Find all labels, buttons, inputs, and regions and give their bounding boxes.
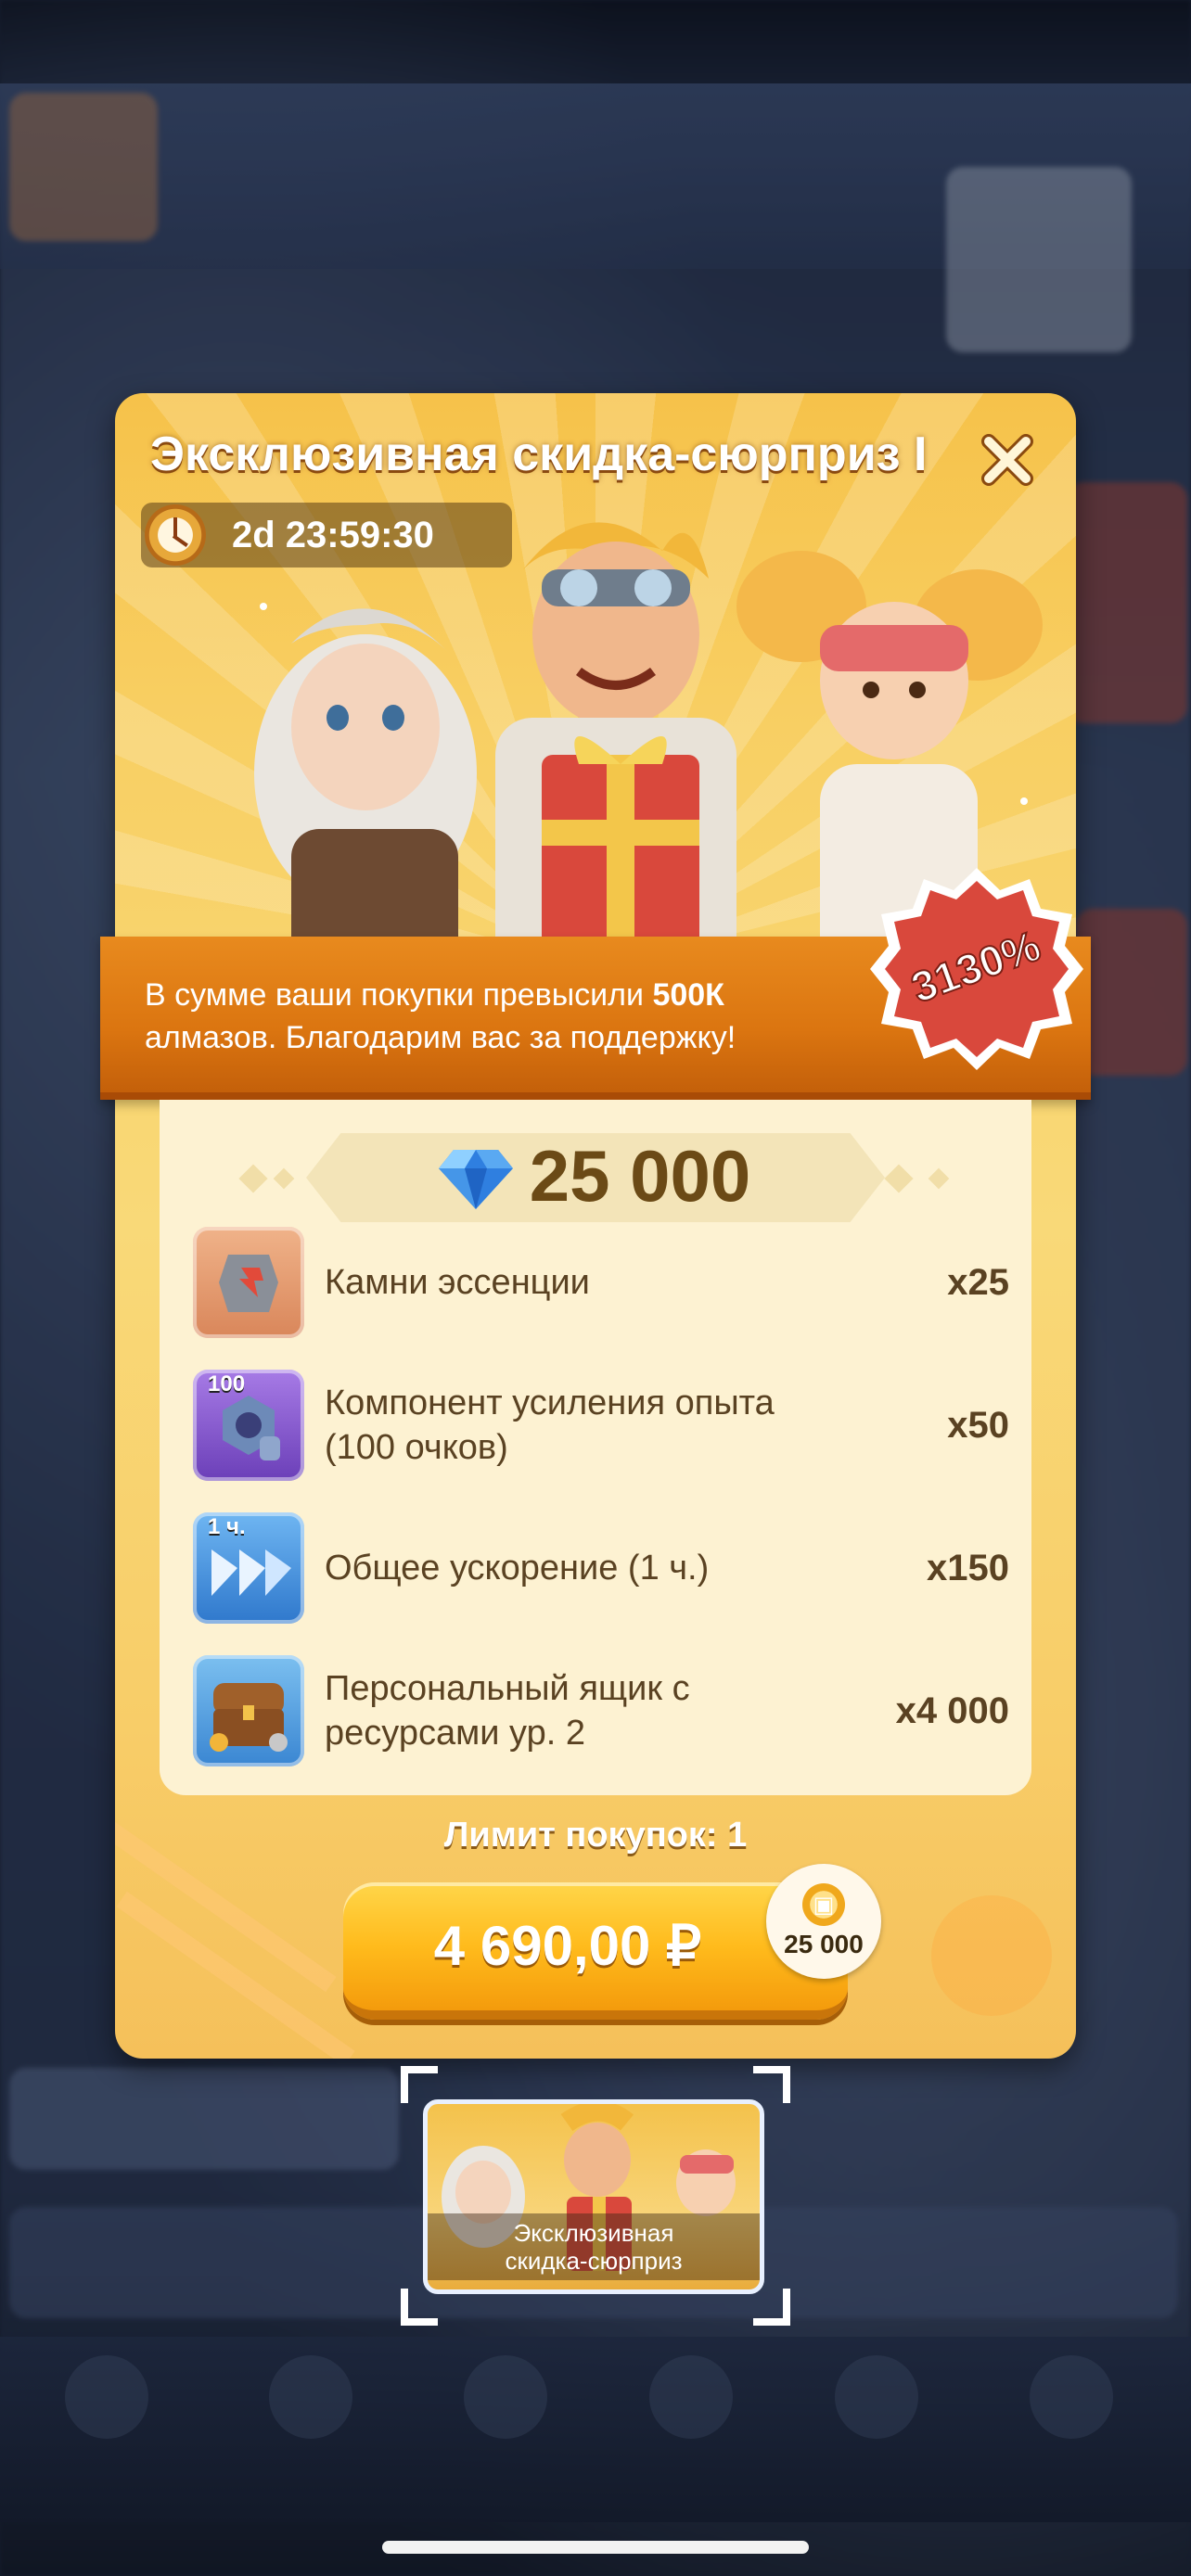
banner-text-prefix: В сумме ваши покупки превысили — [145, 977, 653, 1013]
thumbnail-label-line2: скидка-сюрприз — [505, 2247, 683, 2275]
badge-seal-shape: 3130% — [870, 868, 1083, 1070]
exp-boost-component-icon[interactable]: 100 — [193, 1370, 304, 1481]
item-name-line2: ресурсами ур. 2 — [325, 1714, 585, 1753]
offer-thumbnail[interactable]: Эксклюзивная скидка-сюрприз — [423, 2099, 764, 2294]
reward-item: 100 Компонент усиления опыта (100 очков)… — [193, 1365, 1009, 1486]
clock-icon — [145, 504, 206, 566]
item-name-line1: Общее ускорение (1 ч.) — [325, 1549, 710, 1588]
item-name-line1: Камни эссенции — [325, 1263, 590, 1302]
frame-corner — [401, 2066, 438, 2103]
item-name-line2: (100 очков) — [325, 1428, 508, 1467]
gift-coin-icon: ▣ — [802, 1883, 845, 1926]
item-quantity: x150 — [927, 1547, 1009, 1588]
item-name: Компонент усиления опыта (100 очков) — [325, 1381, 863, 1470]
item-quantity: x4 000 — [895, 1690, 1009, 1731]
frame-corner — [401, 2289, 438, 2326]
bonus-value: 25 000 — [784, 1930, 864, 1958]
reward-item: Камни эссенции x25 — [193, 1222, 1009, 1343]
reward-item: Персональный ящик с ресурсами ур. 2 x4 0… — [193, 1651, 1009, 1771]
discount-badge: 3130% — [870, 862, 1083, 1076]
gems-reward: 25 000 — [306, 1129, 881, 1222]
speedup-icon[interactable]: 1 ч. — [193, 1512, 304, 1624]
banner-text-line2: алмазов. Благодарим вас за поддержку! — [145, 1020, 736, 1055]
close-button[interactable] — [974, 427, 1041, 493]
close-icon — [981, 434, 1033, 486]
essence-stone-icon[interactable] — [193, 1227, 304, 1338]
home-indicator[interactable] — [382, 2541, 809, 2554]
decor-circle — [931, 1895, 1052, 2016]
banner-text-bold: 500К — [652, 977, 724, 1013]
frame-corner — [753, 2289, 790, 2326]
reward-item: 1 ч. Общее ускорение (1 ч.) x150 — [193, 1508, 1009, 1628]
icon-tag: 1 ч. — [208, 1514, 246, 1539]
bonus-points-bubble: ▣ 25 000 — [766, 1864, 881, 1979]
item-quantity: x25 — [947, 1261, 1009, 1303]
thumbnail-label: Эксклюзивная скидка-сюрприз — [428, 2213, 760, 2280]
offer-title: Эксклюзивная скидка-сюрприз I — [150, 427, 928, 481]
item-name: Камни эссенции — [325, 1260, 863, 1305]
diamond-gem-icon — [438, 1150, 513, 1209]
item-quantity: x50 — [947, 1404, 1009, 1446]
item-name-line1: Компонент усиления опыта — [325, 1384, 775, 1422]
item-name: Персональный ящик с ресурсами ур. 2 — [325, 1666, 863, 1755]
resource-chest-icon[interactable] — [193, 1655, 304, 1766]
icon-tag: 100 — [208, 1371, 246, 1396]
banner-text: В сумме ваши покупки превысили 500К алма… — [145, 974, 905, 1059]
item-name-line1: Персональный ящик с — [325, 1669, 690, 1708]
thumbnail-label-line1: Эксклюзивная — [513, 2219, 674, 2247]
purchase-limit: Лимит покупок: 1 — [443, 1816, 748, 1855]
price-label: 4 690,00 ₽ — [433, 1915, 702, 1977]
gems-amount: 25 000 — [529, 1134, 751, 1217]
frame-corner — [753, 2066, 790, 2103]
item-name: Общее ускорение (1 ч.) — [325, 1546, 863, 1590]
